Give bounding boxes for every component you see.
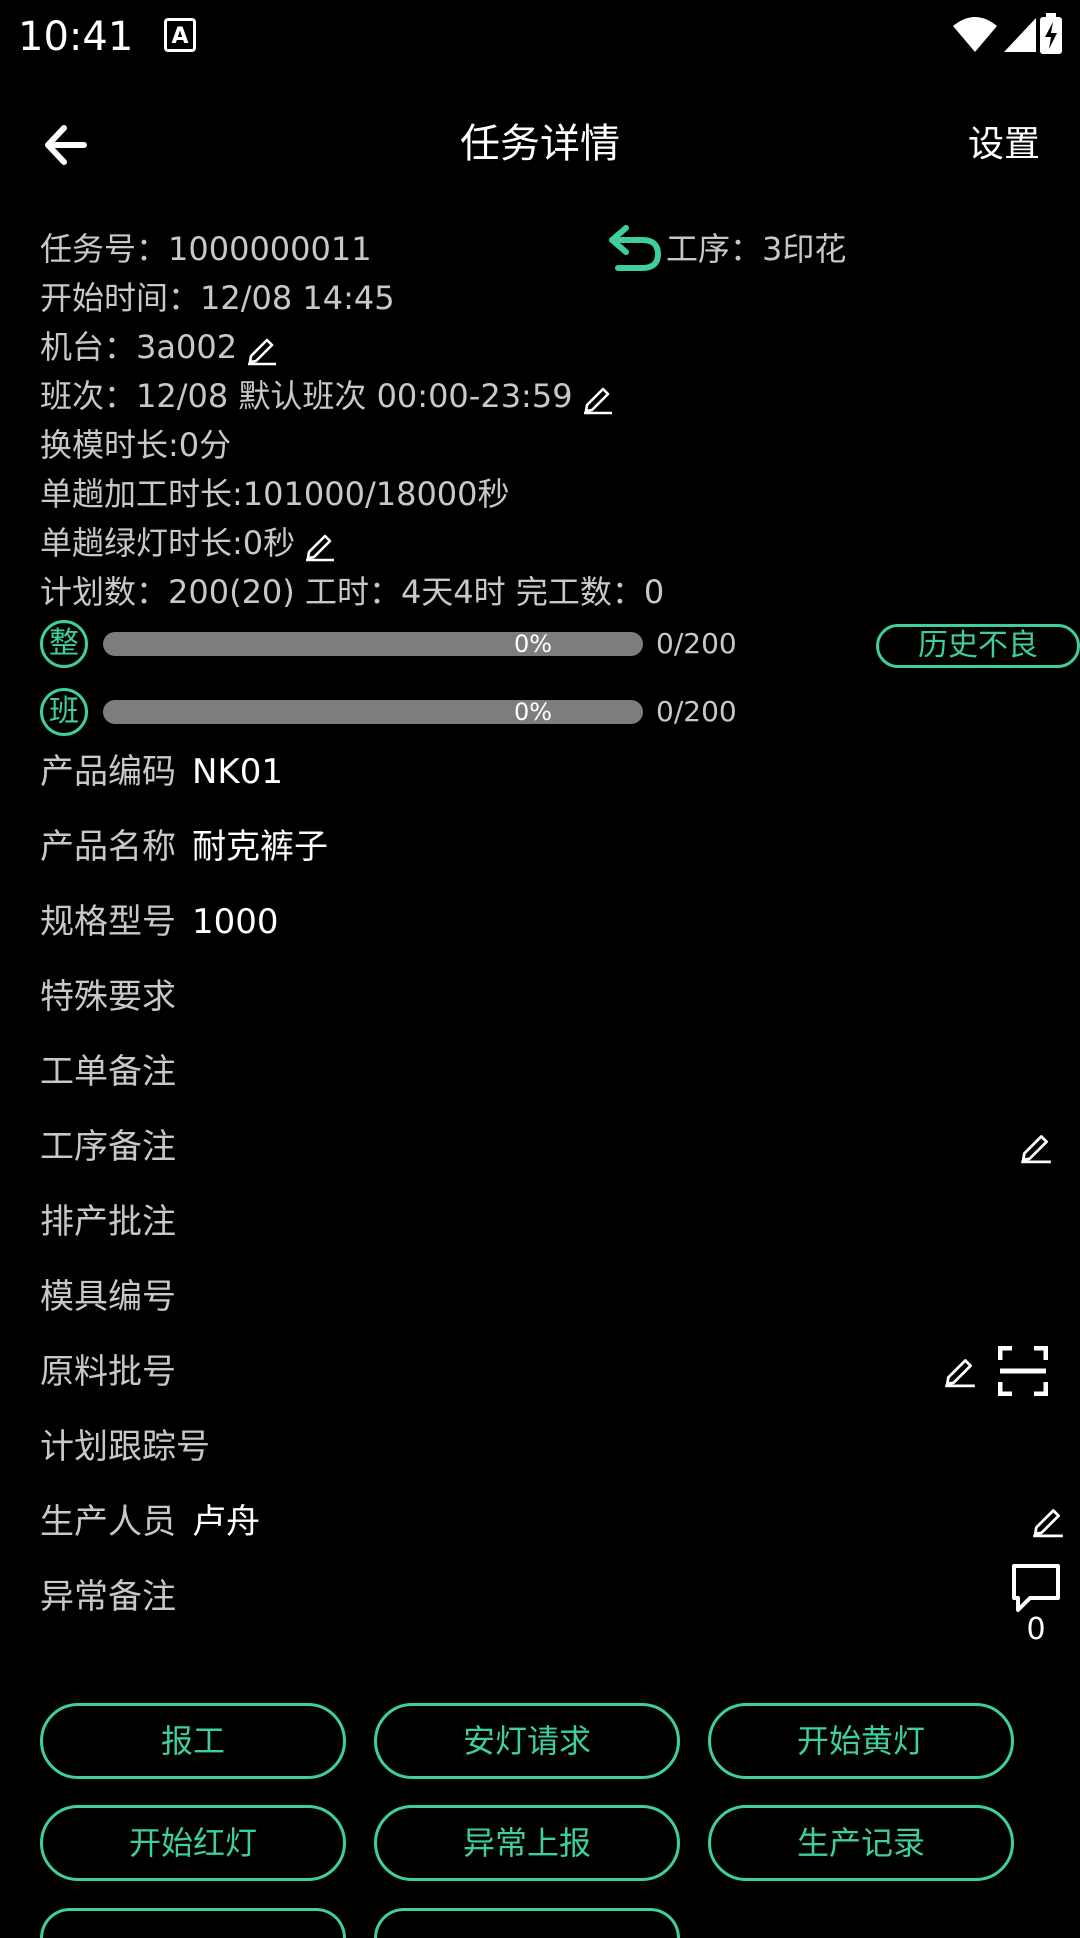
signal-icon [1004, 18, 1036, 52]
shift-row: 班次：12/08 默认班次 00:00-23:59 [40, 372, 615, 421]
field-process-remark: 工序备注 [40, 1122, 192, 1172]
field-label: 原料批号 [40, 1352, 176, 1392]
field-order-remark: 工单备注 [40, 1047, 192, 1097]
field-label: 生产人员 [40, 1502, 176, 1542]
start-yellow-light-button[interactable]: 开始黄灯 [708, 1703, 1014, 1779]
status-time: 10:41 [18, 14, 134, 60]
field-label: 排产批注 [40, 1202, 176, 1242]
field-material-batch: 原料批号 [40, 1347, 192, 1397]
total-progress-badge: 整 [40, 620, 88, 668]
process-label: 工序：3印花 [666, 230, 847, 268]
start-red-light-button[interactable]: 开始红灯 [40, 1805, 346, 1881]
report-work-button[interactable]: 报工 [40, 1703, 346, 1779]
edit-machine-pencil-icon[interactable] [245, 332, 279, 366]
field-value: 卢舟 [192, 1502, 260, 1542]
edit-green-time-pencil-icon[interactable] [303, 528, 337, 562]
scan-icon[interactable] [998, 1346, 1048, 1396]
total-progress-percent: 0% [513, 630, 553, 658]
field-label: 产品编码 [40, 752, 176, 792]
field-value: NK01 [192, 752, 283, 792]
field-plan-track: 计划跟踪号 [40, 1422, 226, 1472]
field-product-code: 产品编码 NK01 [40, 747, 283, 797]
shift-label: 班次：12/08 默认班次 00:00-23:59 [40, 377, 573, 415]
field-operator: 生产人员 卢舟 [40, 1497, 260, 1547]
keyboard-status-icon: A [164, 18, 196, 52]
cut-off-button[interactable] [40, 1908, 346, 1938]
field-label: 产品名称 [40, 827, 176, 867]
single-process-time: 单趟加工时长:101000/18000秒 [40, 475, 510, 513]
field-abnormal-remark: 异常备注 [40, 1572, 192, 1622]
field-spec: 规格型号 1000 [40, 897, 279, 947]
comment-count: 0 [1026, 1612, 1046, 1647]
field-label: 工单备注 [40, 1052, 176, 1092]
field-label: 规格型号 [40, 902, 176, 942]
task-number: 任务号：1000000011 [40, 230, 372, 268]
field-label: 计划跟踪号 [40, 1427, 210, 1467]
page-title: 任务详情 [460, 121, 620, 167]
shift-progress-badge: 班 [40, 688, 88, 736]
andon-request-button[interactable]: 安灯请求 [374, 1703, 680, 1779]
edit-operator-pencil-icon[interactable] [1030, 1502, 1066, 1538]
machine-row: 机台：3a002 [40, 323, 279, 372]
edit-process-remark-pencil-icon[interactable] [1018, 1128, 1054, 1164]
plan-summary: 计划数：200(20) 工时：4天4时 完工数：0 [40, 573, 665, 611]
shift-progress-count: 0/200 [656, 695, 737, 728]
field-value: 耐克裤子 [192, 827, 328, 867]
process-switch-icon[interactable] [606, 222, 664, 272]
field-value: 1000 [192, 902, 279, 942]
battery-charging-icon [1040, 13, 1062, 54]
machine-label: 机台：3a002 [40, 328, 238, 366]
mold-change-time: 换模时长:0分 [40, 426, 232, 464]
comment-icon[interactable] [1010, 1562, 1062, 1614]
wifi-icon [953, 17, 997, 52]
settings-button[interactable]: 设置 [968, 120, 1040, 170]
field-product-name: 产品名称 耐克裤子 [40, 822, 328, 872]
shift-progress-percent: 0% [513, 698, 553, 726]
history-defect-button[interactable]: 历史不良 [876, 624, 1080, 668]
start-time: 开始时间：12/08 14:45 [40, 279, 395, 317]
field-label: 模具编号 [40, 1277, 176, 1317]
field-label: 异常备注 [40, 1577, 176, 1617]
field-mold-number: 模具编号 [40, 1272, 192, 1322]
field-schedule-note: 排产批注 [40, 1197, 192, 1247]
total-progress-count: 0/200 [656, 627, 737, 660]
green-light-row: 单趟绿灯时长:0秒 [40, 519, 337, 568]
edit-material-batch-pencil-icon[interactable] [942, 1352, 978, 1388]
production-record-button[interactable]: 生产记录 [708, 1805, 1014, 1881]
cut-off-button[interactable] [374, 1908, 680, 1938]
abnormal-report-button[interactable]: 异常上报 [374, 1805, 680, 1881]
field-label: 工序备注 [40, 1127, 176, 1167]
green-light-time: 单趟绿灯时长:0秒 [40, 524, 296, 562]
edit-shift-pencil-icon[interactable] [581, 381, 615, 415]
field-label: 特殊要求 [40, 977, 176, 1017]
field-special-req: 特殊要求 [40, 972, 192, 1022]
